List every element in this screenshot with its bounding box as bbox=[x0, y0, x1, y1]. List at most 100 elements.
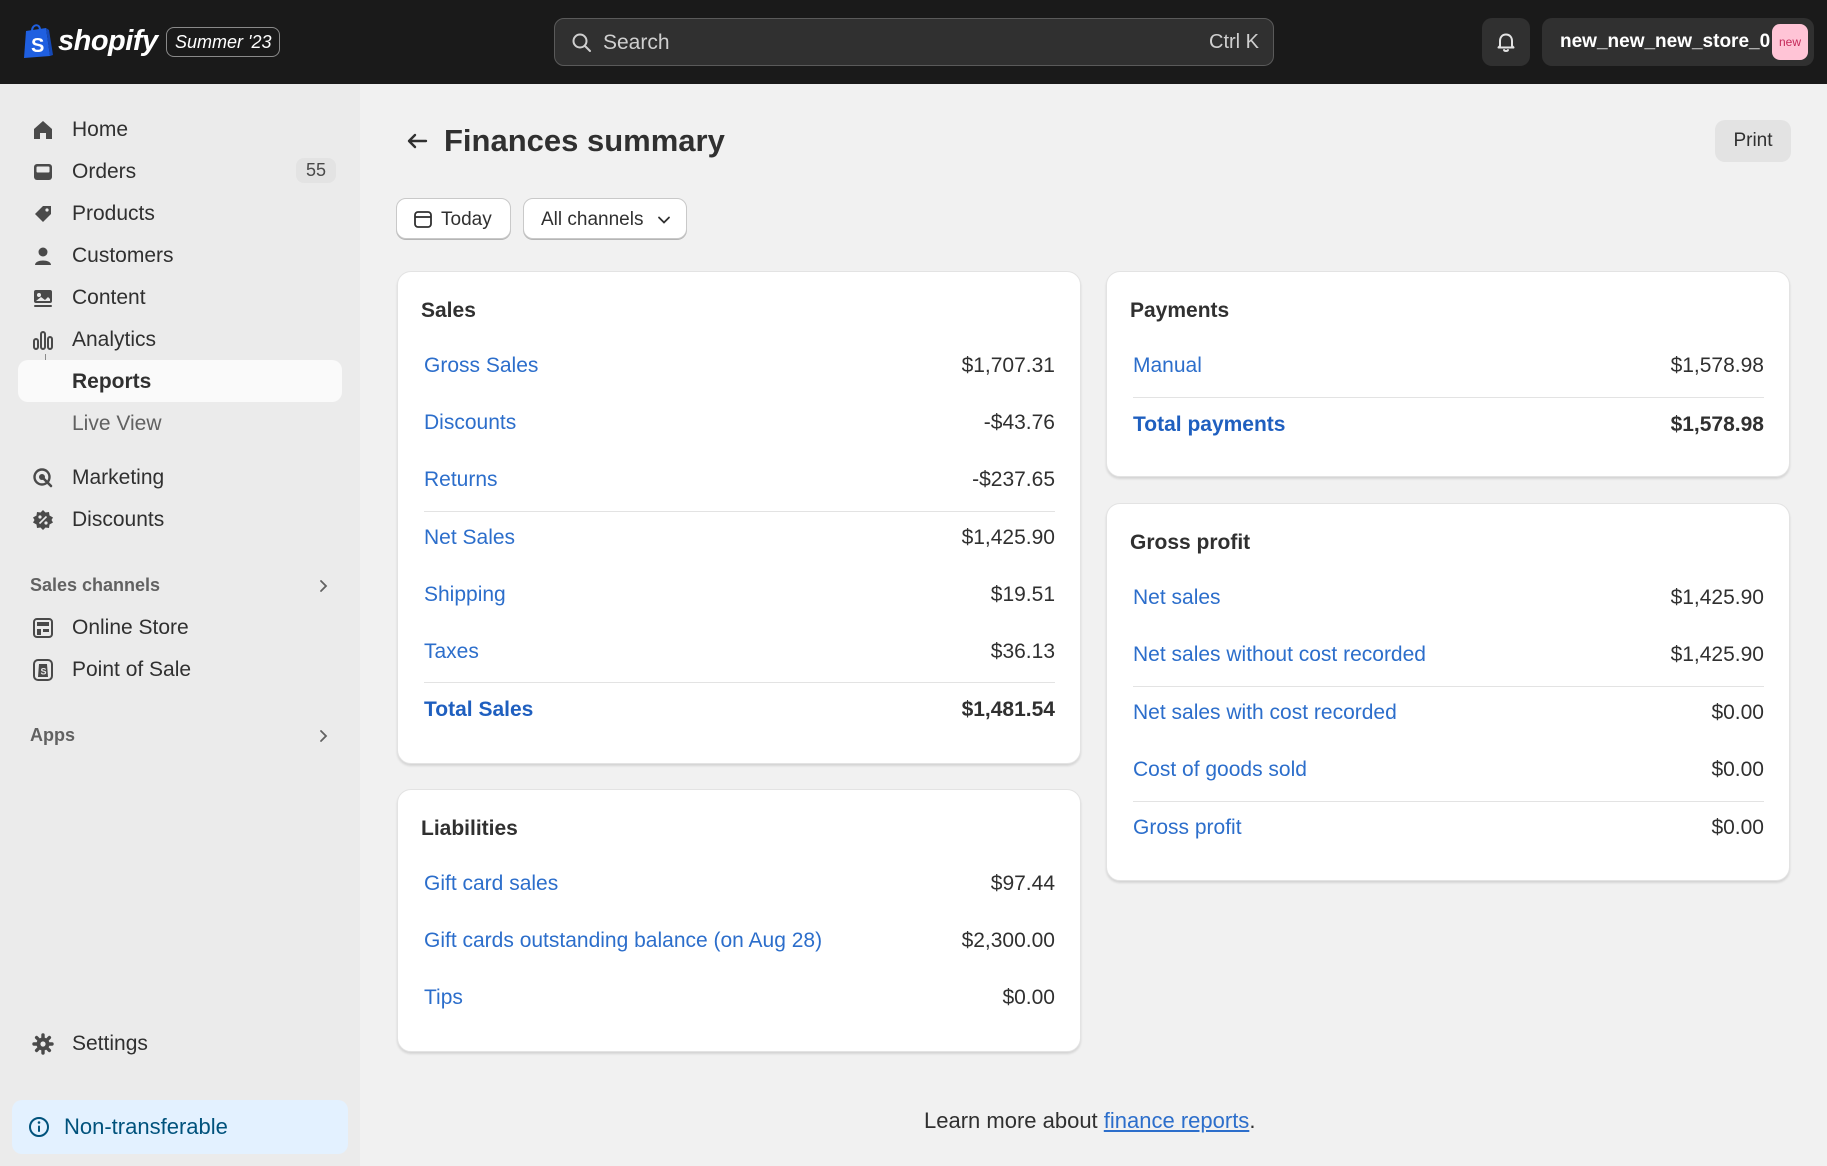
footer-help-text: Learn more about finance reports. bbox=[924, 1108, 1255, 1134]
sidebar-item-live-view[interactable]: Live View bbox=[18, 402, 342, 444]
liabilities-row-label[interactable]: Tips bbox=[424, 986, 463, 1010]
print-button[interactable]: Print bbox=[1715, 120, 1791, 162]
search-bar[interactable]: Search Ctrl K bbox=[554, 18, 1274, 66]
card-title: Gross profit bbox=[1130, 531, 1251, 554]
sales-total-label[interactable]: Total Sales bbox=[424, 698, 533, 722]
gross-profit-row-label[interactable]: Cost of goods sold bbox=[1133, 758, 1307, 782]
liabilities-card: Liabilities Gift card sales $97.44 Gift … bbox=[397, 789, 1081, 1052]
sales-row-label[interactable]: Discounts bbox=[424, 411, 516, 435]
sidebar-item-content[interactable]: Content bbox=[18, 276, 342, 318]
search-icon bbox=[572, 33, 591, 52]
back-arrow-icon[interactable] bbox=[404, 128, 430, 154]
brand-name: shopify bbox=[58, 24, 158, 57]
orders-count-badge: 55 bbox=[295, 158, 336, 183]
sidebar-item-label: Live View bbox=[72, 412, 162, 435]
sales-card: Sales Gross Sales $1,707.31 Discounts -$… bbox=[397, 271, 1081, 764]
store-menu[interactable]: new_new_new_store_0 new bbox=[1542, 18, 1814, 66]
gross-profit-row-value: $0.00 bbox=[1711, 701, 1764, 724]
sidebar-item-label: Marketing bbox=[72, 466, 165, 489]
gross-profit-row-label[interactable]: Net sales with cost recorded bbox=[1133, 701, 1397, 725]
shopify-logo[interactable]: S shopify bbox=[22, 22, 158, 60]
orders-icon bbox=[34, 164, 52, 180]
sales-row-label[interactable]: Returns bbox=[424, 468, 498, 492]
sales-row-value: $1,707.31 bbox=[961, 354, 1055, 377]
notice-text: Non-transferable bbox=[64, 1114, 228, 1139]
sales-row-value: -$43.76 bbox=[983, 411, 1055, 434]
shopify-bag-icon: S bbox=[24, 24, 53, 58]
liabilities-row-label[interactable]: Gift cards outstanding balance (on Aug 2… bbox=[424, 929, 822, 953]
sidebar-item-label: Discounts bbox=[72, 508, 165, 531]
sidebar-item-label: Analytics bbox=[72, 328, 157, 351]
sidebar-item-settings[interactable]: Settings bbox=[18, 1022, 342, 1064]
sales-row-label[interactable]: Gross Sales bbox=[424, 354, 538, 378]
gross-profit-row-label[interactable]: Net sales bbox=[1133, 586, 1221, 610]
card-title: Payments bbox=[1130, 299, 1230, 322]
svg-text:S: S bbox=[31, 35, 44, 57]
gross-profit-row-label[interactable]: Gross profit bbox=[1133, 816, 1242, 840]
gross-profit-card: Gross profit Net sales $1,425.90 Net sal… bbox=[1106, 503, 1790, 881]
sidebar-item-label: Orders bbox=[72, 160, 137, 183]
card-title: Liabilities bbox=[421, 817, 518, 840]
notifications-button[interactable] bbox=[1482, 18, 1530, 66]
sidebar-item-customers[interactable]: Customers bbox=[18, 234, 342, 276]
sales-row-label[interactable]: Taxes bbox=[424, 640, 479, 664]
sales-row-value: -$237.65 bbox=[972, 468, 1055, 491]
non-transferable-notice[interactable]: Non-transferable bbox=[12, 1100, 348, 1154]
sales-row-label[interactable]: Shipping bbox=[424, 583, 506, 607]
sales-channels-heading[interactable]: Sales channels bbox=[30, 575, 160, 596]
sidebar-item-products[interactable]: Products bbox=[18, 192, 342, 234]
liabilities-row-value: $97.44 bbox=[990, 872, 1055, 895]
divider bbox=[1133, 397, 1764, 398]
svg-text:S: S bbox=[41, 667, 47, 677]
finance-reports-link[interactable]: finance reports bbox=[1104, 1108, 1250, 1133]
sidebar-item-discounts[interactable]: Discounts bbox=[18, 498, 342, 540]
payments-total-label[interactable]: Total payments bbox=[1133, 413, 1285, 437]
content-icon bbox=[34, 290, 52, 307]
gross-profit-row-value: $1,425.90 bbox=[1670, 643, 1764, 666]
marketing-icon bbox=[33, 468, 53, 488]
apps-heading[interactable]: Apps bbox=[30, 725, 75, 746]
sidebar-item-point-of-sale[interactable]: S Point of Sale bbox=[18, 648, 342, 690]
search-shortcut: Ctrl K bbox=[1209, 31, 1259, 53]
sidebar-item-online-store[interactable]: Online Store bbox=[18, 606, 342, 648]
footer-suffix: . bbox=[1249, 1108, 1256, 1133]
divider bbox=[1133, 801, 1764, 802]
payments-row-value: $1,578.98 bbox=[1670, 354, 1764, 377]
info-icon bbox=[29, 1117, 49, 1137]
search-placeholder: Search bbox=[603, 31, 670, 54]
date-filter-button[interactable]: Today bbox=[396, 198, 511, 239]
store-avatar: new bbox=[1772, 24, 1808, 60]
payments-row-label[interactable]: Manual bbox=[1133, 354, 1202, 378]
store-name: new_new_new_store_0 bbox=[1560, 31, 1771, 52]
date-filter-label: Today bbox=[441, 209, 492, 230]
gear-icon bbox=[32, 1033, 54, 1055]
bell-icon bbox=[1497, 33, 1515, 52]
sidebar-item-label: Customers bbox=[72, 244, 174, 267]
channels-filter-label: All channels bbox=[541, 209, 644, 230]
sidebar-item-label: Point of Sale bbox=[72, 658, 192, 681]
sidebar-item-orders[interactable]: Orders 55 bbox=[18, 150, 342, 192]
gross-profit-row-label[interactable]: Net sales without cost recorded bbox=[1133, 643, 1426, 667]
top-bar: S shopify Summer '23 Search Ctrl K new_n… bbox=[0, 0, 1827, 84]
sidebar-item-home[interactable]: Home bbox=[18, 108, 342, 150]
sidebar-item-analytics[interactable]: Analytics bbox=[18, 318, 342, 360]
liabilities-row-value: $0.00 bbox=[1002, 986, 1055, 1009]
discount-icon bbox=[33, 510, 53, 530]
chevron-right-icon[interactable] bbox=[316, 578, 332, 594]
divider bbox=[1133, 686, 1764, 687]
sidebar-item-marketing[interactable]: Marketing bbox=[18, 456, 342, 498]
sidebar-item-reports[interactable]: Reports bbox=[18, 360, 342, 402]
chevron-down-icon bbox=[658, 216, 670, 224]
sales-row-value: $19.51 bbox=[990, 583, 1055, 606]
channels-filter-button[interactable]: All channels bbox=[523, 198, 687, 239]
chevron-right-icon[interactable] bbox=[316, 728, 332, 744]
sidebar-item-label: Reports bbox=[72, 370, 152, 393]
sales-row-label[interactable]: Net Sales bbox=[424, 526, 515, 550]
page-title: Finances summary bbox=[444, 123, 725, 158]
payments-total-value: $1,578.98 bbox=[1670, 413, 1764, 436]
sidebar-item-label: Settings bbox=[72, 1032, 148, 1055]
sidebar-item-label: Products bbox=[72, 202, 155, 225]
edition-badge[interactable]: Summer '23 bbox=[166, 27, 281, 57]
liabilities-row-label[interactable]: Gift card sales bbox=[424, 872, 558, 896]
gross-profit-row-value: $1,425.90 bbox=[1670, 586, 1764, 609]
